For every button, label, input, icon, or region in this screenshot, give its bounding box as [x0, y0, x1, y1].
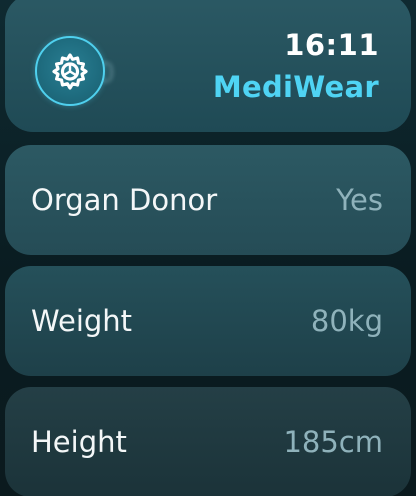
list-item-weight[interactable]: Weight 80kg — [5, 266, 411, 376]
row-label: Organ Donor — [31, 183, 218, 217]
list-item-height[interactable]: Height 185cm — [5, 387, 411, 496]
row-value: Yes — [336, 183, 383, 217]
gear-icon — [52, 53, 88, 90]
row-value: 185cm — [283, 425, 383, 459]
header-card: 0 16:11 MediWear — [5, 0, 411, 132]
list-item-organ-donor[interactable]: Organ Donor Yes — [5, 145, 411, 255]
watch-screen: 0 16:11 MediWear Organ Donor Yes Weight … — [0, 0, 416, 496]
row-value: 80kg — [310, 304, 383, 338]
row-label: Weight — [31, 304, 133, 338]
clock-time: 16:11 — [284, 28, 379, 62]
settings-button[interactable] — [35, 36, 105, 106]
row-label: Height — [31, 425, 127, 459]
app-title: MediWear — [212, 70, 379, 104]
